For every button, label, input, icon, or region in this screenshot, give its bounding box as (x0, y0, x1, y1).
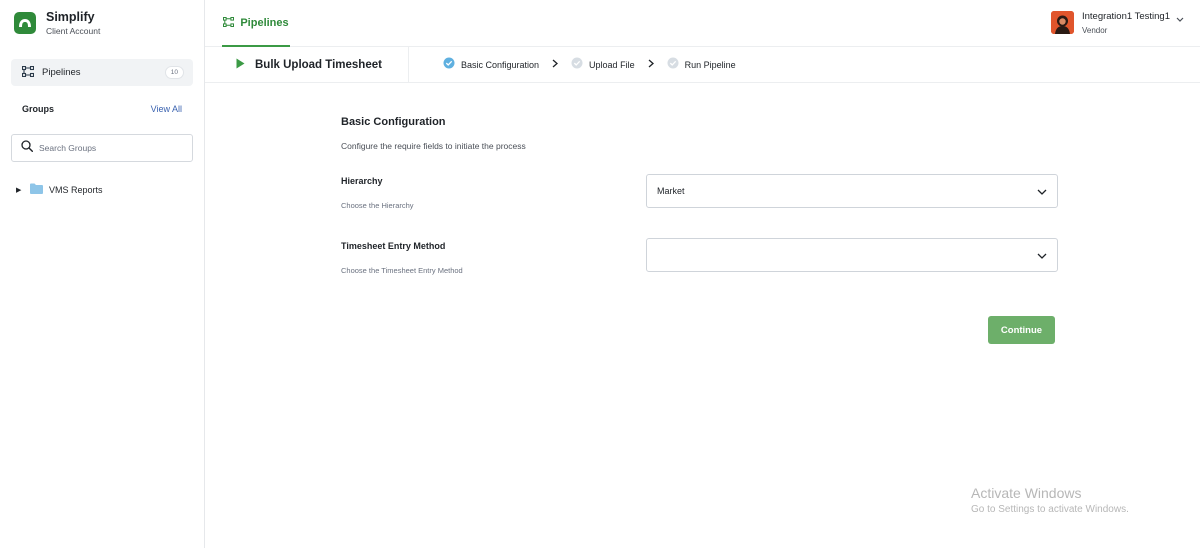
step-label: Upload File (589, 59, 635, 70)
groups-header: Groups View All (22, 104, 182, 114)
hierarchy-select[interactable]: Market (646, 174, 1058, 208)
search-groups-input[interactable] (39, 143, 179, 153)
pipeline-title-text: Bulk Upload Timesheet (255, 58, 382, 71)
app-window: Simplify Client Account Pipelines 10 Gro… (0, 0, 1200, 548)
timesheet-entry-method-select[interactable] (646, 238, 1058, 272)
pipelines-icon (223, 14, 235, 32)
hierarchy-value: Market (657, 186, 685, 196)
chevron-right-icon (648, 59, 654, 70)
form-title: Basic Configuration (341, 116, 446, 128)
continue-button[interactable]: Continue (988, 316, 1055, 344)
step-label: Run Pipeline (684, 59, 736, 70)
groups-title: Groups (22, 104, 55, 114)
hierarchy-label: Hierarchy (341, 176, 383, 186)
search-icon (21, 139, 33, 157)
brand-logo-icon (14, 12, 36, 34)
pending-circle-icon (667, 56, 679, 74)
brand-subtitle: Client Account (46, 26, 101, 36)
sidebar-item-pipelines[interactable]: Pipelines 10 (11, 59, 193, 86)
tree-item-label: VMS Reports (49, 185, 103, 195)
step-label: Basic Configuration (461, 59, 540, 70)
top-bar: Pipelines Integration1 Testing1 Vendor (205, 0, 1200, 47)
hierarchy-help: Choose the Hierarchy (341, 201, 414, 210)
view-all-link[interactable]: View All (151, 104, 182, 114)
step-upload-file[interactable]: Upload File (571, 56, 635, 74)
play-icon[interactable] (236, 56, 245, 74)
pipelines-count-badge: 10 (164, 66, 184, 79)
chevron-right-icon (552, 59, 559, 70)
pipelines-icon (21, 64, 35, 82)
sidebar-item-label: Pipelines (42, 67, 81, 78)
watermark-subtitle: Go to Settings to activate Windows. (971, 504, 1129, 515)
pipeline-title: Bulk Upload Timesheet (205, 47, 409, 82)
folder-icon (30, 181, 43, 199)
search-groups-field[interactable] (11, 134, 193, 162)
check-circle-icon (443, 56, 455, 74)
tab-pipelines[interactable]: Pipelines (222, 0, 290, 47)
pending-circle-icon (571, 56, 583, 74)
user-menu[interactable]: Integration1 Testing1 Vendor (1050, 11, 1184, 35)
user-role: Vendor (1081, 26, 1108, 35)
caret-right-icon[interactable]: ▶ (16, 186, 26, 194)
step-basic-configuration[interactable]: Basic Configuration (443, 56, 539, 74)
tab-label: Pipelines (240, 16, 289, 29)
activate-windows-watermark: Activate Windows Go to Settings to activ… (971, 485, 1129, 515)
tree-item-vms-reports[interactable]: ▶ VMS Reports (16, 181, 103, 199)
chevron-down-icon[interactable] (1176, 17, 1184, 24)
watermark-title: Activate Windows (971, 485, 1082, 501)
brand-name: Simplify (46, 10, 95, 24)
avatar (1050, 11, 1074, 34)
timesheet-entry-method-label: Timesheet Entry Method (341, 241, 446, 251)
steps: Basic Configuration Upload File Run Pipe… (443, 47, 736, 82)
timesheet-entry-method-help: Choose the Timesheet Entry Method (341, 266, 463, 275)
sidebar: Simplify Client Account Pipelines 10 Gro… (0, 0, 205, 548)
chevron-down-icon (1037, 182, 1047, 200)
chevron-down-icon (1037, 246, 1047, 264)
user-name: Integration1 Testing1 (1081, 11, 1170, 22)
form-subtitle: Configure the require fields to initiate… (341, 141, 526, 151)
brand: Simplify Client Account (14, 10, 100, 36)
step-bar: Bulk Upload Timesheet Basic Configuratio… (205, 47, 1200, 83)
step-run-pipeline[interactable]: Run Pipeline (667, 56, 736, 74)
